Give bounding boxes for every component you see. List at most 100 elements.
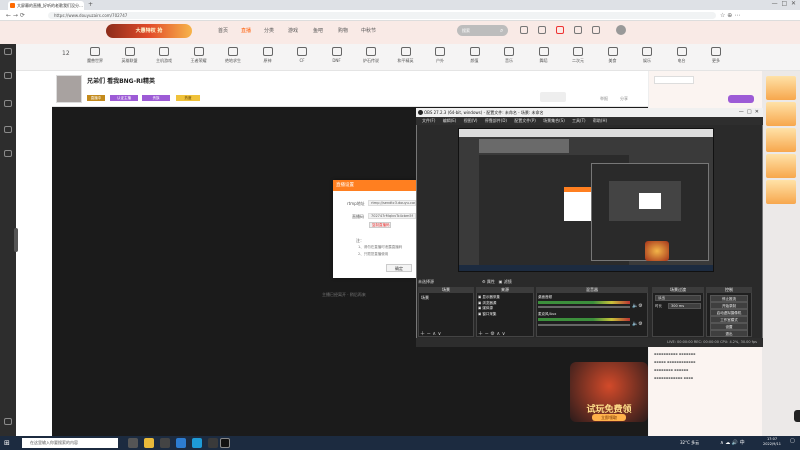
obs-menu-file[interactable]: 文件(F) (422, 118, 435, 123)
side-ad-card[interactable] (766, 102, 796, 126)
category-item[interactable]: 绝地求生 (220, 47, 246, 64)
dialog-ok-button[interactable]: 确定 (386, 264, 412, 272)
window-controls[interactable]: — □ ✕ (740, 0, 800, 7)
download-icon[interactable] (592, 26, 600, 34)
category-item[interactable]: 主机游戏 (151, 47, 177, 64)
copy-key-button[interactable]: 复制直播码 (369, 222, 391, 228)
rail-video-icon[interactable] (4, 126, 12, 133)
gift-icon[interactable] (556, 26, 564, 34)
duration-input[interactable]: 300 ms (668, 303, 701, 309)
rtmp-field[interactable]: rtmp://sendtc3.douyu.com/live (368, 200, 416, 206)
nav-home[interactable]: 首页 (218, 27, 228, 34)
rail-home-icon[interactable] (4, 48, 12, 55)
category-item[interactable]: 舞蹈 (531, 47, 557, 64)
rail-follow-icon[interactable] (4, 72, 12, 79)
volume-slider[interactable] (538, 324, 630, 326)
app-icon[interactable] (208, 438, 218, 448)
nav-festival[interactable]: 中秋节 (361, 27, 376, 34)
side-collapse-handle[interactable] (794, 410, 800, 422)
category-item[interactable]: 娱乐 (634, 47, 660, 64)
sources-list[interactable]: ▣ 显示器采集 ▣ 浏览器源 ▣ 媒体源 ▣ 窗口采集 (478, 295, 532, 317)
category-item[interactable]: 音乐 (496, 47, 522, 64)
start-recording-button[interactable]: 开始录制 (710, 302, 748, 309)
category-item[interactable]: 炉石传说 (358, 47, 384, 64)
rail-settings-icon[interactable] (4, 418, 12, 425)
settings-button[interactable]: 设置 (710, 323, 748, 330)
taskbar-clock[interactable]: 17:07 2022/9/11 (760, 437, 784, 447)
nav-fishbar[interactable]: 鱼吧 (313, 27, 323, 34)
report-link[interactable]: 举报 (600, 96, 608, 102)
new-tab-icon[interactable]: + (88, 1, 93, 8)
back-forward-icons[interactable]: ← → ⟳ (6, 12, 25, 19)
obs-menu-view[interactable]: 视图(V) (464, 118, 478, 123)
start-icon[interactable]: ⊞ (4, 439, 10, 447)
source-add-remove-icons[interactable]: ＋ − ⚙ ∧ ∨ (478, 330, 505, 337)
category-item[interactable]: 原神 (255, 47, 281, 64)
nav-live[interactable]: 直播 (241, 27, 251, 34)
obs-properties-buttons[interactable]: ⚙ 属性 ▣ 滤镜 (482, 279, 522, 285)
exit-button[interactable]: 退出 (710, 330, 748, 337)
stream-key-field[interactable]: 702747rMqlvvTc4cbm5f (368, 213, 416, 219)
tray-icons[interactable]: ∧ ☁ 🔊 中 (720, 439, 745, 446)
category-item[interactable]: 美食 (600, 47, 626, 64)
obs-menu-tools[interactable]: 工具(T) (572, 118, 586, 123)
mute-icon[interactable]: 🔈⚙ (632, 321, 643, 327)
side-ad-card[interactable] (766, 76, 796, 100)
browser-actions-icons[interactable]: ☆ ⊕ ⋯ (720, 12, 740, 19)
rail-collapse-handle[interactable] (14, 228, 18, 252)
category-item[interactable]: 和平精英 (393, 47, 419, 64)
rail-fishbar-icon[interactable] (4, 150, 12, 157)
taskbar-search-input[interactable]: 在这里输入你要搜索的内容 (22, 438, 118, 448)
obs-preview[interactable] (458, 128, 714, 272)
transition-select[interactable]: 淡出 (655, 295, 701, 301)
category-item[interactable]: 更多 (703, 47, 729, 64)
file-explorer-icon[interactable] (144, 438, 154, 448)
obs-menu-profile[interactable]: 配置文件(P) (514, 118, 536, 123)
ad-cta-button[interactable]: 立即领取 (592, 414, 626, 421)
message-icon[interactable] (574, 26, 582, 34)
obs-taskbar-icon[interactable] (220, 438, 230, 448)
volume-slider[interactable] (538, 306, 630, 308)
history-icon[interactable] (520, 26, 528, 34)
obs-menu-scene-collection[interactable]: 场景集合(S) (543, 118, 565, 123)
category-item[interactable]: 电台 (669, 47, 695, 64)
side-ad-card[interactable] (766, 154, 796, 178)
follow-icon[interactable] (538, 26, 546, 34)
category-item[interactable]: 王者荣耀 (186, 47, 212, 64)
mute-icon[interactable]: 🔈⚙ (632, 303, 643, 309)
share-link[interactable]: 分享 (620, 96, 628, 102)
obs-window-controls[interactable]: — □ ✕ (715, 108, 763, 117)
category-item[interactable]: 英雄联盟 (117, 47, 143, 64)
nav-game[interactable]: 游戏 (288, 27, 298, 34)
side-ad-card[interactable] (766, 180, 796, 204)
search-icon[interactable]: ⌕ (500, 27, 503, 35)
source-item[interactable]: ▣ 窗口采集 (478, 312, 532, 318)
category-item[interactable]: DNF (324, 47, 350, 63)
category-item[interactable]: CF (289, 47, 315, 63)
steam-icon[interactable] (176, 438, 186, 448)
follow-button[interactable] (728, 95, 754, 103)
virtual-camera-button[interactable]: 启动虚拟摄像机 (710, 309, 748, 316)
category-item[interactable]: 二次元 (565, 47, 591, 64)
stop-streaming-button[interactable]: 停止推流 (710, 295, 748, 302)
store-icon[interactable] (160, 438, 170, 448)
side-ad-card[interactable] (766, 128, 796, 152)
category-item[interactable]: 颜值 (462, 47, 488, 64)
edge-icon[interactable] (192, 438, 202, 448)
scene-add-remove-icons[interactable]: ＋ − ∧ ∨ (420, 330, 441, 337)
scene-item[interactable]: 场景 (419, 295, 473, 300)
nav-category[interactable]: 分类 (264, 27, 274, 34)
weather-widget[interactable]: 32°C 多云 (680, 440, 699, 446)
promo-banner[interactable]: 大惠特权 抢 (106, 24, 192, 38)
user-avatar[interactable] (616, 25, 626, 35)
obs-menu-edit[interactable]: 编辑(E) (443, 118, 457, 123)
address-input[interactable]: https://www.douyuzairs.com/702747 (48, 12, 716, 19)
nav-shop[interactable]: 购物 (338, 27, 348, 34)
streamer-avatar[interactable] (56, 75, 82, 103)
studio-mode-button[interactable]: 工作室模式 (710, 316, 748, 323)
browser-tab[interactable]: 大屏幕的直播_好听的老歌我们没分… (8, 1, 84, 10)
category-item[interactable]: 魔兽世界 (82, 47, 108, 64)
chat-tab[interactable] (654, 76, 694, 84)
task-view-icon[interactable] (128, 438, 138, 448)
notification-icon[interactable]: ▢ (790, 438, 798, 448)
